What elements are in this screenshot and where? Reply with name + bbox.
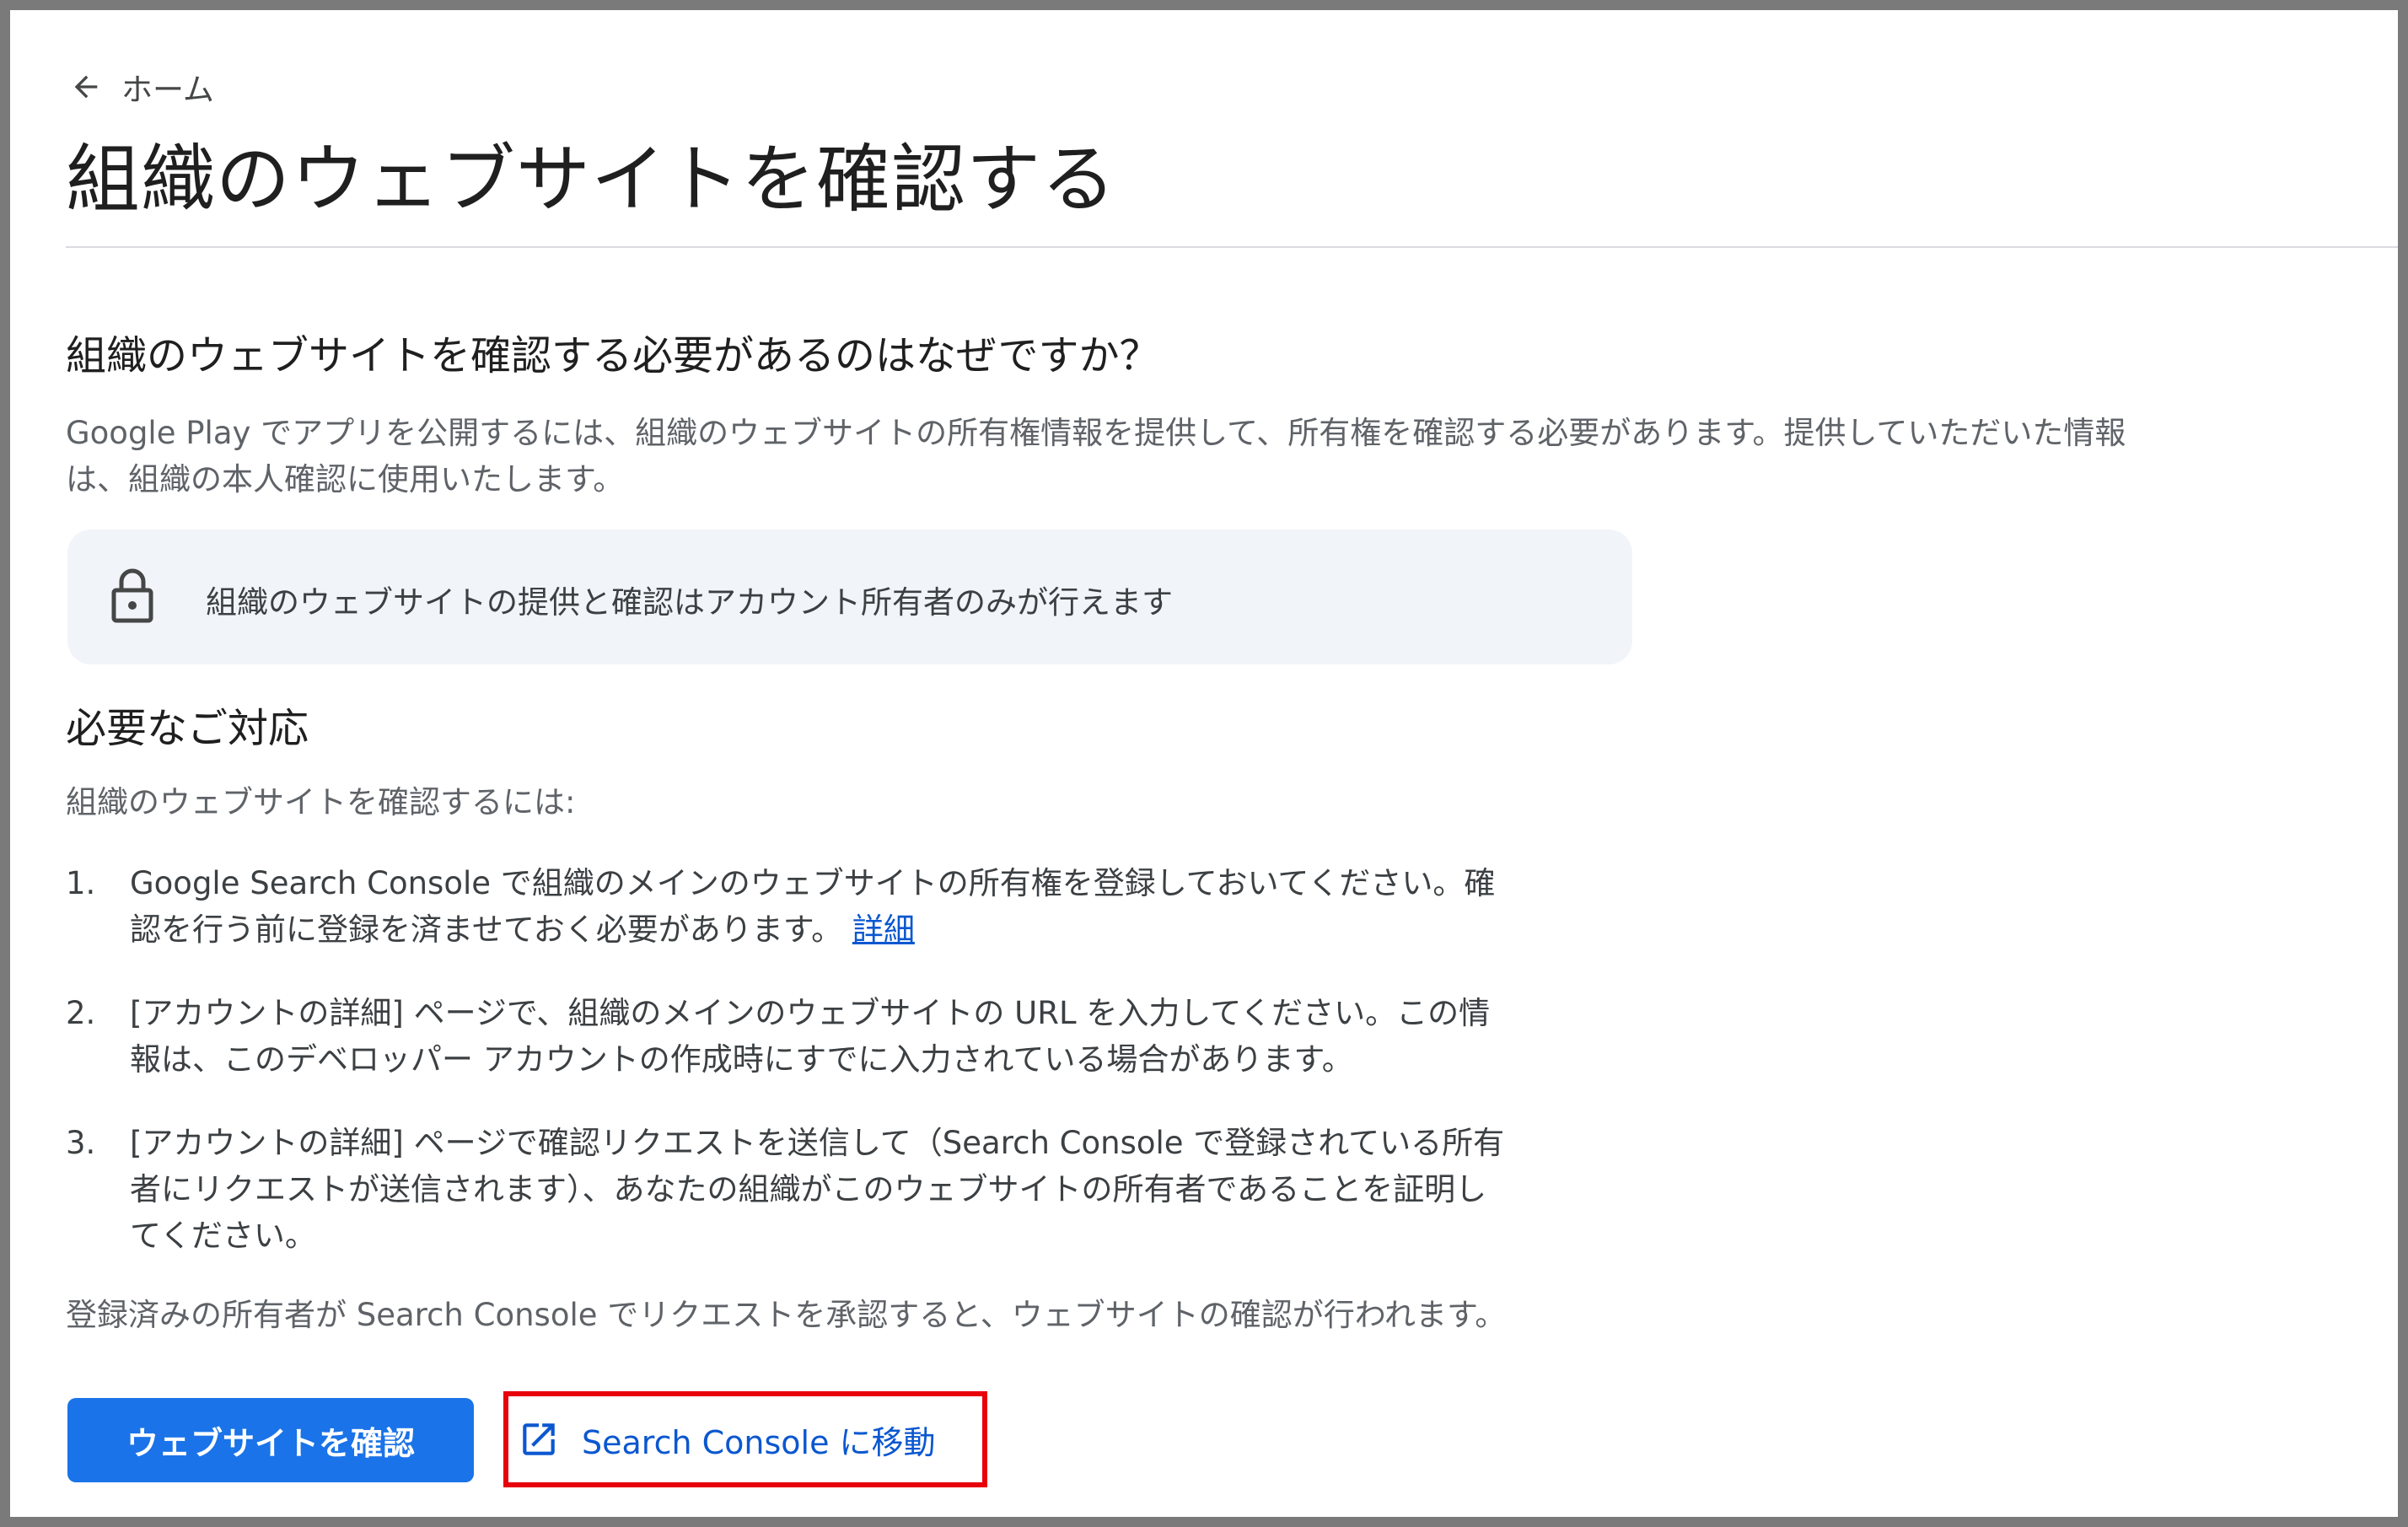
why-section-heading: 組織のウェブサイトを確認する必要があるのはなぜですか？ [66, 332, 1160, 379]
step-text: [アカウントの詳細] ページで確認リクエストを送信して（Search Conso… [130, 1125, 1505, 1254]
action-section-heading: 必要なご対応 [66, 705, 309, 752]
back-link-home[interactable]: ホーム [69, 67, 214, 108]
go-to-search-console-button[interactable]: Search Console に移動 [518, 1405, 936, 1474]
step-text: Google Search Console で組織のメインのウェブサイトの所有権… [130, 860, 1516, 953]
owner-only-notice: 組織のウェブサイトの提供と確認はアカウント所有者のみが行えます [67, 530, 1632, 664]
action-outro: 登録済みの所有者が Search Console でリクエストを承認すると、ウェ… [66, 1297, 1507, 1333]
lock-icon [111, 568, 153, 623]
page-frame: ホーム 組織のウェブサイトを確認する 組織のウェブサイトを確認する必要があるのは… [10, 10, 2398, 1517]
why-section-body: Google Play でアプリを公開するには、組織のウェブサイトの所有権情報を… [66, 415, 2126, 497]
action-intro: 組織のウェブサイトを確認するには: [66, 784, 576, 820]
details-link[interactable]: 詳細 [852, 911, 915, 948]
step-number: 2. [66, 995, 96, 1031]
back-link-label: ホーム [121, 72, 214, 108]
step-item-3: 3. [アカウントの詳細] ページで確認リクエストを送信して（Search Co… [66, 1120, 1516, 1259]
step-number: 1. [66, 865, 96, 901]
page-title: 組織のウェブサイトを確認する [66, 136, 1117, 223]
step-number: 3. [66, 1125, 96, 1161]
go-to-search-console-label: Search Console に移動 [582, 1423, 936, 1461]
step-text: [アカウントの詳細] ページで、組織のメインのウェブサイトの URL を入力して… [130, 995, 1491, 1078]
title-divider [66, 246, 2398, 248]
step-item-1: 1. Google Search Console で組織のメインのウェブサイトの… [66, 860, 1516, 953]
arrow-back-icon [74, 75, 98, 99]
step-item-2: 2. [アカウントの詳細] ページで、組織のメインのウェブサイトの URL を入… [66, 990, 1516, 1083]
notice-text: 組織のウェブサイトの提供と確認はアカウント所有者のみが行えます [206, 584, 1173, 621]
verify-website-button[interactable]: ウェブサイトを確認 [67, 1398, 474, 1482]
open-in-new-icon [523, 1423, 555, 1455]
step-text-body: Google Search Console で組織のメインのウェブサイトの所有権… [130, 865, 1496, 948]
